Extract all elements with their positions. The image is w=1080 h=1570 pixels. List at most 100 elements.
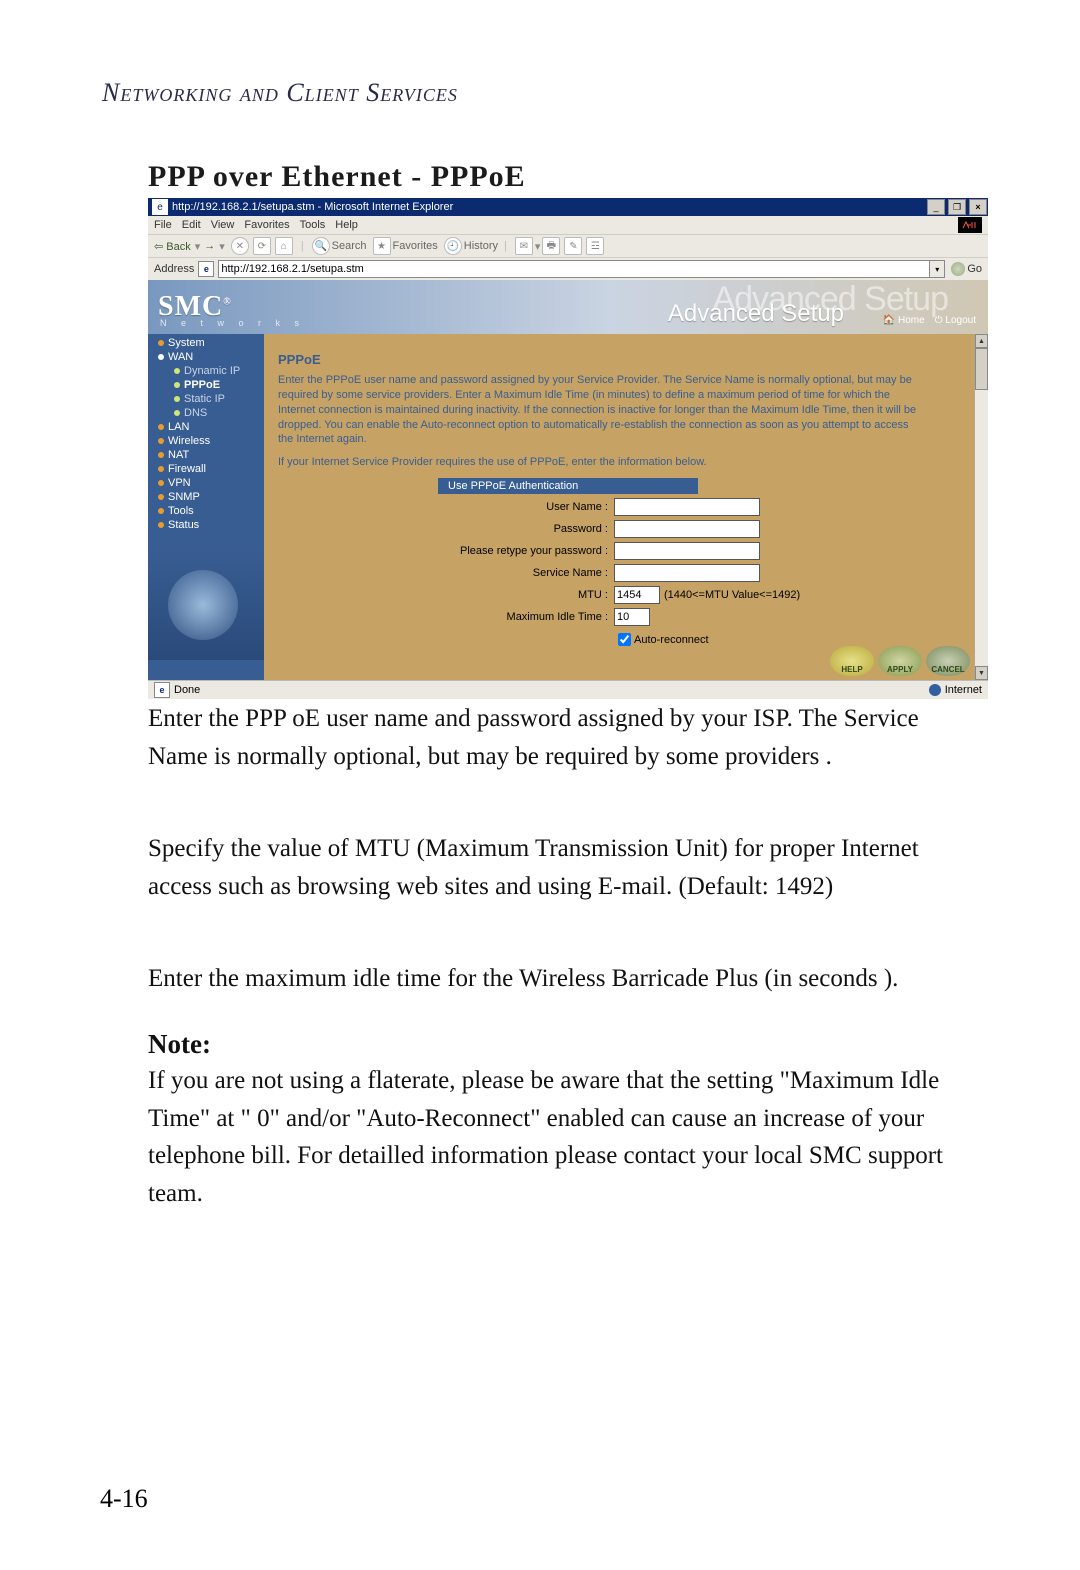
status-zone: Internet — [945, 684, 982, 696]
service-name-label: Service Name : — [438, 567, 614, 579]
username-input[interactable] — [614, 498, 760, 516]
section-title: PPP over Ethernet - PPPoE — [148, 160, 526, 194]
sidebar-item-nat[interactable]: NAT — [148, 448, 264, 462]
sidebar-item-status[interactable]: Status — [148, 518, 264, 532]
sidebar-item-wireless[interactable]: Wireless — [148, 434, 264, 448]
vertical-scrollbar[interactable]: ▲ ▼ — [974, 334, 988, 680]
content-panel: PPPoE Enter the PPPoE user name and pass… — [264, 334, 988, 680]
idle-time-label: Maximum Idle Time : — [438, 611, 614, 623]
sidebar-item-system[interactable]: System — [148, 336, 264, 350]
home-link-icon: 🏠 — [883, 315, 895, 326]
print-icon[interactable]: 🖶 — [542, 237, 560, 255]
router-body: System WAN Dynamic IP PPPoE Static IP DN… — [148, 334, 988, 680]
pppoe-form: Use PPPoE Authentication User Name : Pas… — [438, 478, 974, 649]
address-label: Address — [154, 263, 194, 275]
ie-toolbar: ⇦ Back ▾ → ▾ ✕ ⟳ ⌂ | 🔍Search ★Favorites … — [148, 234, 988, 257]
internet-zone-icon — [929, 684, 941, 696]
content-heading: PPPoE — [278, 352, 974, 367]
menu-edit[interactable]: Edit — [182, 219, 201, 231]
sidebar-item-snmp[interactable]: SNMP — [148, 490, 264, 504]
ie-window: e http://192.168.2.1/setupa.stm - Micros… — [148, 198, 988, 676]
sidebar-item-lan[interactable]: LAN — [148, 420, 264, 434]
form-header: Use PPPoE Authentication — [438, 478, 698, 494]
service-name-input[interactable] — [614, 564, 760, 582]
sidebar-item-tools[interactable]: Tools — [148, 504, 264, 518]
toolbar-favorites[interactable]: Favorites — [393, 240, 438, 252]
mtu-input[interactable] — [614, 586, 660, 604]
ie-menubar: File Edit View Favorites Tools Help — [148, 216, 988, 234]
status-page-icon: e — [154, 682, 170, 698]
mtu-label: MTU : — [438, 589, 614, 601]
cancel-button[interactable]: CANCEL — [926, 646, 970, 676]
ie-titlebar-text: http://192.168.2.1/setupa.stm - Microsof… — [172, 201, 925, 213]
back-button[interactable]: ⇦ Back — [154, 240, 191, 253]
ie-titlebar: e http://192.168.2.1/setupa.stm - Micros… — [148, 198, 988, 216]
edit-icon[interactable]: ✎ — [564, 237, 582, 255]
autoreconnect-checkbox[interactable] — [618, 633, 631, 646]
mtu-hint: (1440<=MTU Value<=1492) — [664, 589, 800, 601]
menu-view[interactable]: View — [211, 219, 235, 231]
apply-button[interactable]: APPLY — [878, 646, 922, 676]
mail-icon[interactable]: ✉ — [515, 237, 533, 255]
content-desc-1: Enter the PPPoE user name and password a… — [278, 373, 918, 447]
sidebar-item-pppoe[interactable]: PPPoE — [148, 378, 264, 392]
logout-link[interactable]: ⏻ Logout — [935, 315, 976, 326]
toolbar-search[interactable]: Search — [332, 240, 367, 252]
address-input[interactable] — [218, 260, 930, 278]
sidebar-item-dns[interactable]: DNS — [148, 406, 264, 420]
home-icon[interactable]: ⌂ — [275, 237, 293, 255]
home-link[interactable]: 🏠 Home — [883, 315, 925, 326]
autoreconnect-label: Auto-reconnect — [634, 634, 709, 646]
menu-file[interactable]: File — [154, 219, 172, 231]
smc-logo-subtext: N e t w o r k s — [160, 318, 305, 328]
password-input[interactable] — [614, 520, 760, 538]
sidebar-decorative-image — [148, 550, 264, 660]
forward-button[interactable]: → — [204, 240, 215, 252]
body-paragraph-3: Enter the maximum idle time for the Wire… — [148, 960, 1008, 998]
ie-page-icon: e — [198, 261, 214, 277]
menu-help[interactable]: Help — [335, 219, 358, 231]
discuss-icon[interactable]: ☲ — [586, 237, 604, 255]
scroll-up-button[interactable]: ▲ — [975, 334, 988, 348]
sidebar-item-vpn[interactable]: VPN — [148, 476, 264, 490]
ie-throbber-icon — [958, 217, 982, 233]
menu-tools[interactable]: Tools — [300, 219, 326, 231]
idle-time-input[interactable] — [614, 608, 650, 626]
username-label: User Name : — [438, 501, 614, 513]
body-paragraph-1: Enter the PPP oE user name and password … — [148, 700, 968, 775]
toolbar-history[interactable]: History — [464, 240, 498, 252]
content-desc-2: If your Internet Service Provider requir… — [278, 455, 918, 470]
history-icon[interactable]: 🕘 — [444, 237, 462, 255]
stop-icon[interactable]: ✕ — [231, 237, 249, 255]
scroll-thumb[interactable] — [975, 348, 988, 390]
retype-password-label: Please retype your password : — [438, 545, 614, 557]
sidebar-item-static-ip[interactable]: Static IP — [148, 392, 264, 406]
address-dropdown[interactable]: ▾ — [930, 260, 945, 278]
menu-favorites[interactable]: Favorites — [244, 219, 289, 231]
note-heading: Note: — [148, 1024, 968, 1065]
ie-addressbar: Address e ▾ Go — [148, 257, 988, 280]
refresh-icon[interactable]: ⟳ — [253, 237, 271, 255]
search-icon[interactable]: 🔍 — [312, 237, 330, 255]
header-title: Advanced Setup — [668, 300, 844, 328]
go-icon — [951, 262, 965, 276]
status-text: Done — [174, 684, 200, 696]
scroll-down-button[interactable]: ▼ — [975, 666, 988, 680]
page-running-header: Networking and Client Services — [102, 78, 458, 108]
sidebar-item-firewall[interactable]: Firewall — [148, 462, 264, 476]
retype-password-input[interactable] — [614, 542, 760, 560]
note-body: If you are not using a flaterate, please… — [148, 1062, 968, 1212]
password-label: Password : — [438, 523, 614, 535]
favorites-icon[interactable]: ★ — [373, 237, 391, 255]
body-paragraph-2: Specify the value of MTU (Maximum Transm… — [148, 830, 968, 905]
sidebar-item-dynamic-ip[interactable]: Dynamic IP — [148, 364, 264, 378]
sidebar: System WAN Dynamic IP PPPoE Static IP DN… — [148, 334, 264, 680]
sidebar-item-wan[interactable]: WAN — [148, 350, 264, 364]
maximize-button[interactable]: ❐ — [948, 199, 966, 215]
close-button[interactable]: × — [969, 199, 987, 215]
minimize-button[interactable]: _ — [927, 199, 945, 215]
ie-statusbar: e Done Internet — [148, 680, 988, 699]
ie-app-icon: e — [152, 199, 168, 215]
go-button[interactable]: Go — [951, 262, 982, 276]
help-button[interactable]: HELP — [830, 646, 874, 676]
